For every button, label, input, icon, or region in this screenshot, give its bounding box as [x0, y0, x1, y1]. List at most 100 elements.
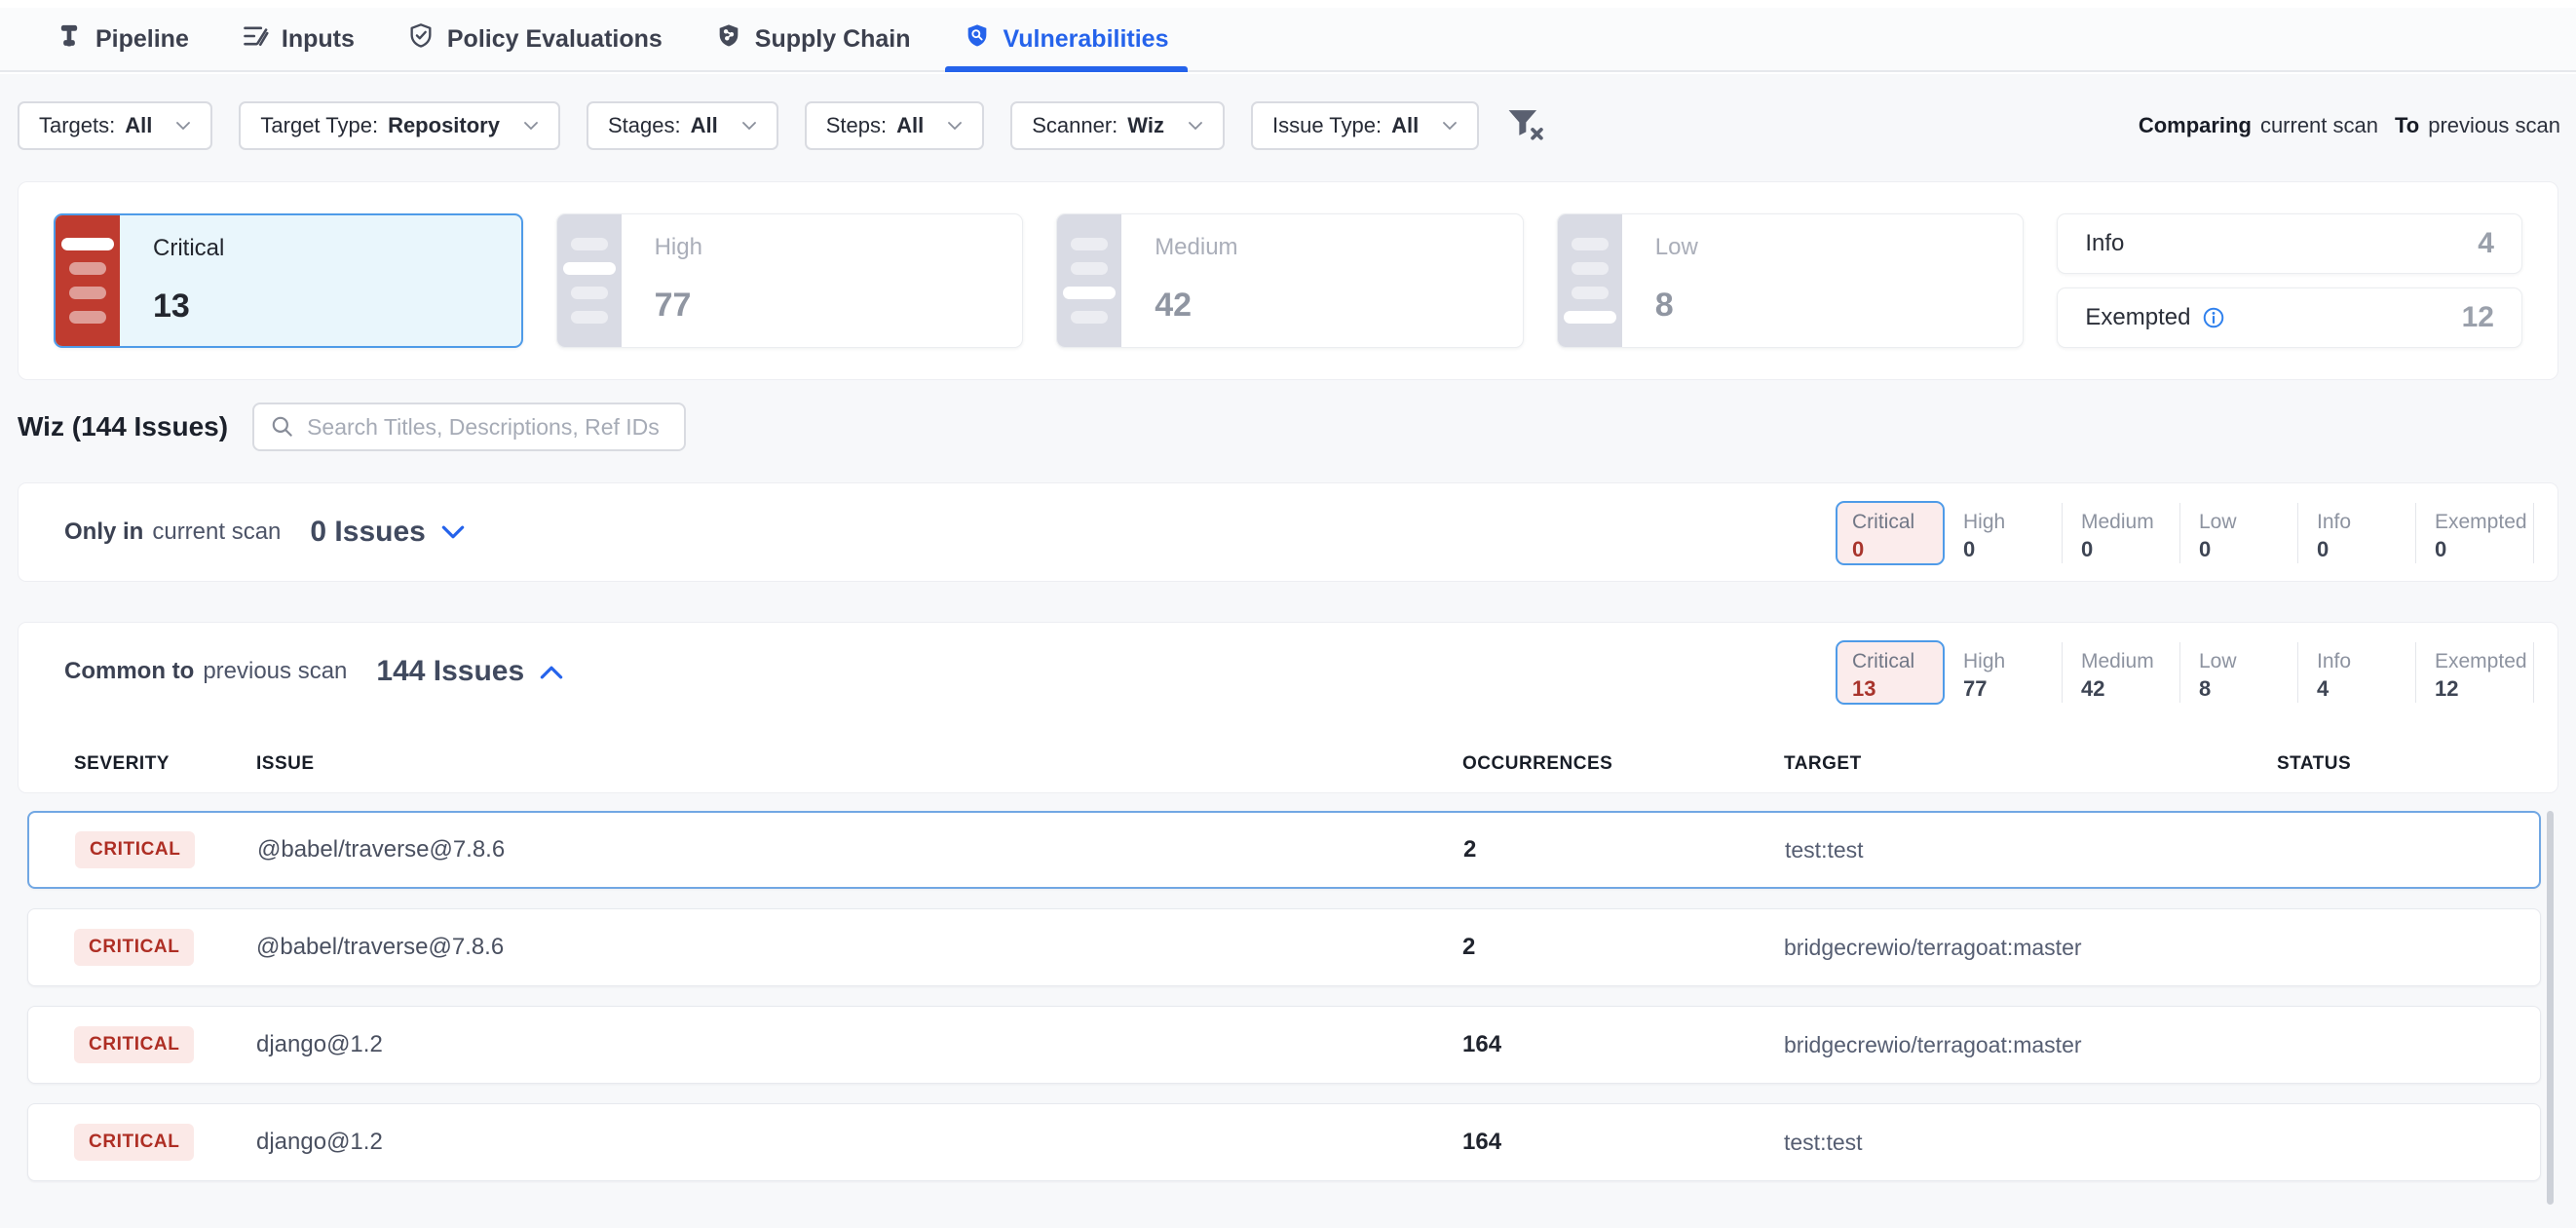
pill-value: 0	[1963, 537, 2062, 562]
vulnerabilities-screen: Pipeline Inputs Policy Evaluations Suppl…	[0, 0, 2576, 1228]
page-content: Targets: All Target Type:Repository Stage…	[0, 74, 2576, 1228]
section-title: Only in current scan 0 Issues	[64, 483, 465, 581]
scanner-filter[interactable]: Scanner:Wiz	[1010, 101, 1225, 150]
issue-cell: @babel/traverse@7.8.6	[256, 934, 1462, 961]
tab-inputs[interactable]: Inputs	[215, 8, 381, 70]
comparing-current: current scan	[2260, 113, 2378, 138]
comparing-label: Comparing current scan To previous scan	[2139, 113, 2560, 138]
clear-filters-button[interactable]	[1505, 107, 1546, 144]
targets-filter[interactable]: Targets: All	[18, 101, 212, 150]
tab-supply-chain[interactable]: Supply Chain	[689, 8, 937, 70]
card-count: 8	[1655, 287, 1698, 325]
issues-count[interactable]: 0 Issues	[310, 516, 425, 549]
critical-pill[interactable]: Critical 13	[1836, 640, 1945, 705]
occurrences-cell: 2	[1462, 934, 1784, 961]
table-row[interactable]: CRITICAL django@1.2 164 test:test	[27, 1103, 2541, 1181]
chevron-down-icon[interactable]	[441, 525, 465, 540]
filter-row: Targets: All Target Type:Repository Stage…	[18, 101, 2560, 150]
scanner-results-heading: Wiz (144 Issues)	[18, 411, 228, 442]
critical-pill[interactable]: Critical 0	[1836, 501, 1945, 565]
filter-value: All	[896, 113, 924, 138]
card-label: High	[655, 234, 702, 261]
chevron-up-icon[interactable]	[540, 665, 563, 679]
search-icon	[270, 414, 295, 440]
info-icon[interactable]	[2202, 306, 2225, 329]
vertical-scrollbar[interactable]	[2547, 811, 2554, 1205]
pill-value: 0	[2199, 537, 2297, 562]
pill-value: 0	[2435, 537, 2533, 562]
column-severity: SEVERITY	[74, 753, 256, 775]
low-stat: Low 0	[2180, 503, 2298, 563]
pill-value: 4	[2317, 676, 2415, 702]
column-target: TARGET	[1784, 753, 2277, 775]
filter-label: Steps:	[826, 113, 887, 138]
search-input[interactable]	[307, 414, 668, 441]
inputs-icon	[242, 22, 269, 57]
table-row[interactable]: CRITICAL django@1.2 164 bridgecrewio/ter…	[27, 1006, 2541, 1084]
pill-label: Info	[2317, 511, 2415, 534]
card-count: 13	[153, 288, 224, 326]
pill-label: Info	[2317, 650, 2415, 673]
pill-value: 13	[1852, 676, 1943, 702]
medium-severity-icon	[1057, 214, 1121, 347]
tab-label: Vulnerabilities	[1004, 25, 1169, 54]
tab-pipeline[interactable]: Pipeline	[29, 8, 215, 70]
target-cell: test:test	[1785, 837, 2278, 863]
critical-card[interactable]: Critical 13	[54, 213, 523, 348]
filter-value: All	[125, 113, 152, 138]
card-count: 12	[2462, 301, 2494, 334]
tab-label: Pipeline	[95, 25, 189, 54]
filter-label: Targets:	[39, 113, 115, 138]
pill-value: 0	[2317, 537, 2415, 562]
low-stat: Low 8	[2180, 642, 2298, 703]
column-occurrences: OCCURRENCES	[1462, 753, 1784, 775]
target-type-filter[interactable]: Target Type:Repository	[239, 101, 560, 150]
comparing-bold: Comparing	[2139, 113, 2252, 138]
column-status: STATUS	[2277, 753, 2528, 775]
only-in-current-scan-section: Only in current scan 0 Issues Critical 0…	[18, 482, 2558, 582]
pill-label: Critical	[1852, 511, 1943, 534]
target-cell: bridgecrewio/terragoat:master	[1784, 935, 2277, 961]
pill-label: Low	[2199, 511, 2297, 534]
tab-vulnerabilities[interactable]: Vulnerabilities	[937, 8, 1195, 70]
issue-cell: django@1.2	[256, 1129, 1462, 1156]
card-count: 4	[2478, 227, 2494, 260]
info-card[interactable]: Info 4	[2057, 213, 2522, 274]
tab-policy-evaluations[interactable]: Policy Evaluations	[381, 8, 689, 70]
high-card[interactable]: High 77	[556, 213, 1024, 348]
medium-stat: Medium 42	[2063, 642, 2180, 703]
steps-filter[interactable]: Steps: All	[805, 101, 985, 150]
filter-value: Wiz	[1127, 113, 1164, 138]
vulnerabilities-icon	[964, 22, 991, 57]
issues-count[interactable]: 144 Issues	[376, 655, 524, 688]
medium-card[interactable]: Medium 42	[1056, 213, 1524, 348]
pill-label: High	[1963, 650, 2062, 673]
chevron-down-icon	[741, 121, 757, 131]
low-card[interactable]: Low 8	[1557, 213, 2025, 348]
filter-label: Issue Type:	[1272, 113, 1382, 138]
pill-value: 77	[1963, 676, 2062, 702]
critical-severity-icon	[56, 215, 120, 346]
comparing-previous: previous scan	[2428, 113, 2560, 138]
chevron-down-icon	[175, 121, 191, 131]
severity-summary: Critical 0 High 0 Medium 0 Low 0 Info	[1836, 501, 2534, 565]
issue-type-filter[interactable]: Issue Type:All	[1251, 101, 1479, 150]
exempted-card[interactable]: Exempted 12	[2057, 288, 2522, 348]
occurrences-cell: 164	[1462, 1129, 1784, 1156]
chevron-down-icon	[947, 121, 963, 131]
stages-filter[interactable]: Stages:All	[587, 101, 778, 150]
card-label: Low	[1655, 234, 1698, 261]
table-header: SEVERITY ISSUE OCCURRENCES TARGET STATUS	[74, 748, 2528, 781]
pill-label: Medium	[2081, 650, 2179, 673]
section-prefix: Common to	[64, 658, 194, 685]
table-row[interactable]: CRITICAL @babel/traverse@7.8.6 2 bridgec…	[27, 908, 2541, 986]
chevron-down-icon	[1188, 121, 1203, 131]
pill-value: 0	[1852, 537, 1943, 562]
tab-label: Policy Evaluations	[447, 25, 663, 54]
card-label: Info	[2085, 230, 2124, 257]
pill-value: 42	[2081, 676, 2179, 702]
severity-badge: CRITICAL	[74, 929, 194, 966]
table-row[interactable]: CRITICAL @babel/traverse@7.8.6 2 test:te…	[27, 811, 2541, 889]
pill-value: 12	[2435, 676, 2533, 702]
pill-value: 8	[2199, 676, 2297, 702]
